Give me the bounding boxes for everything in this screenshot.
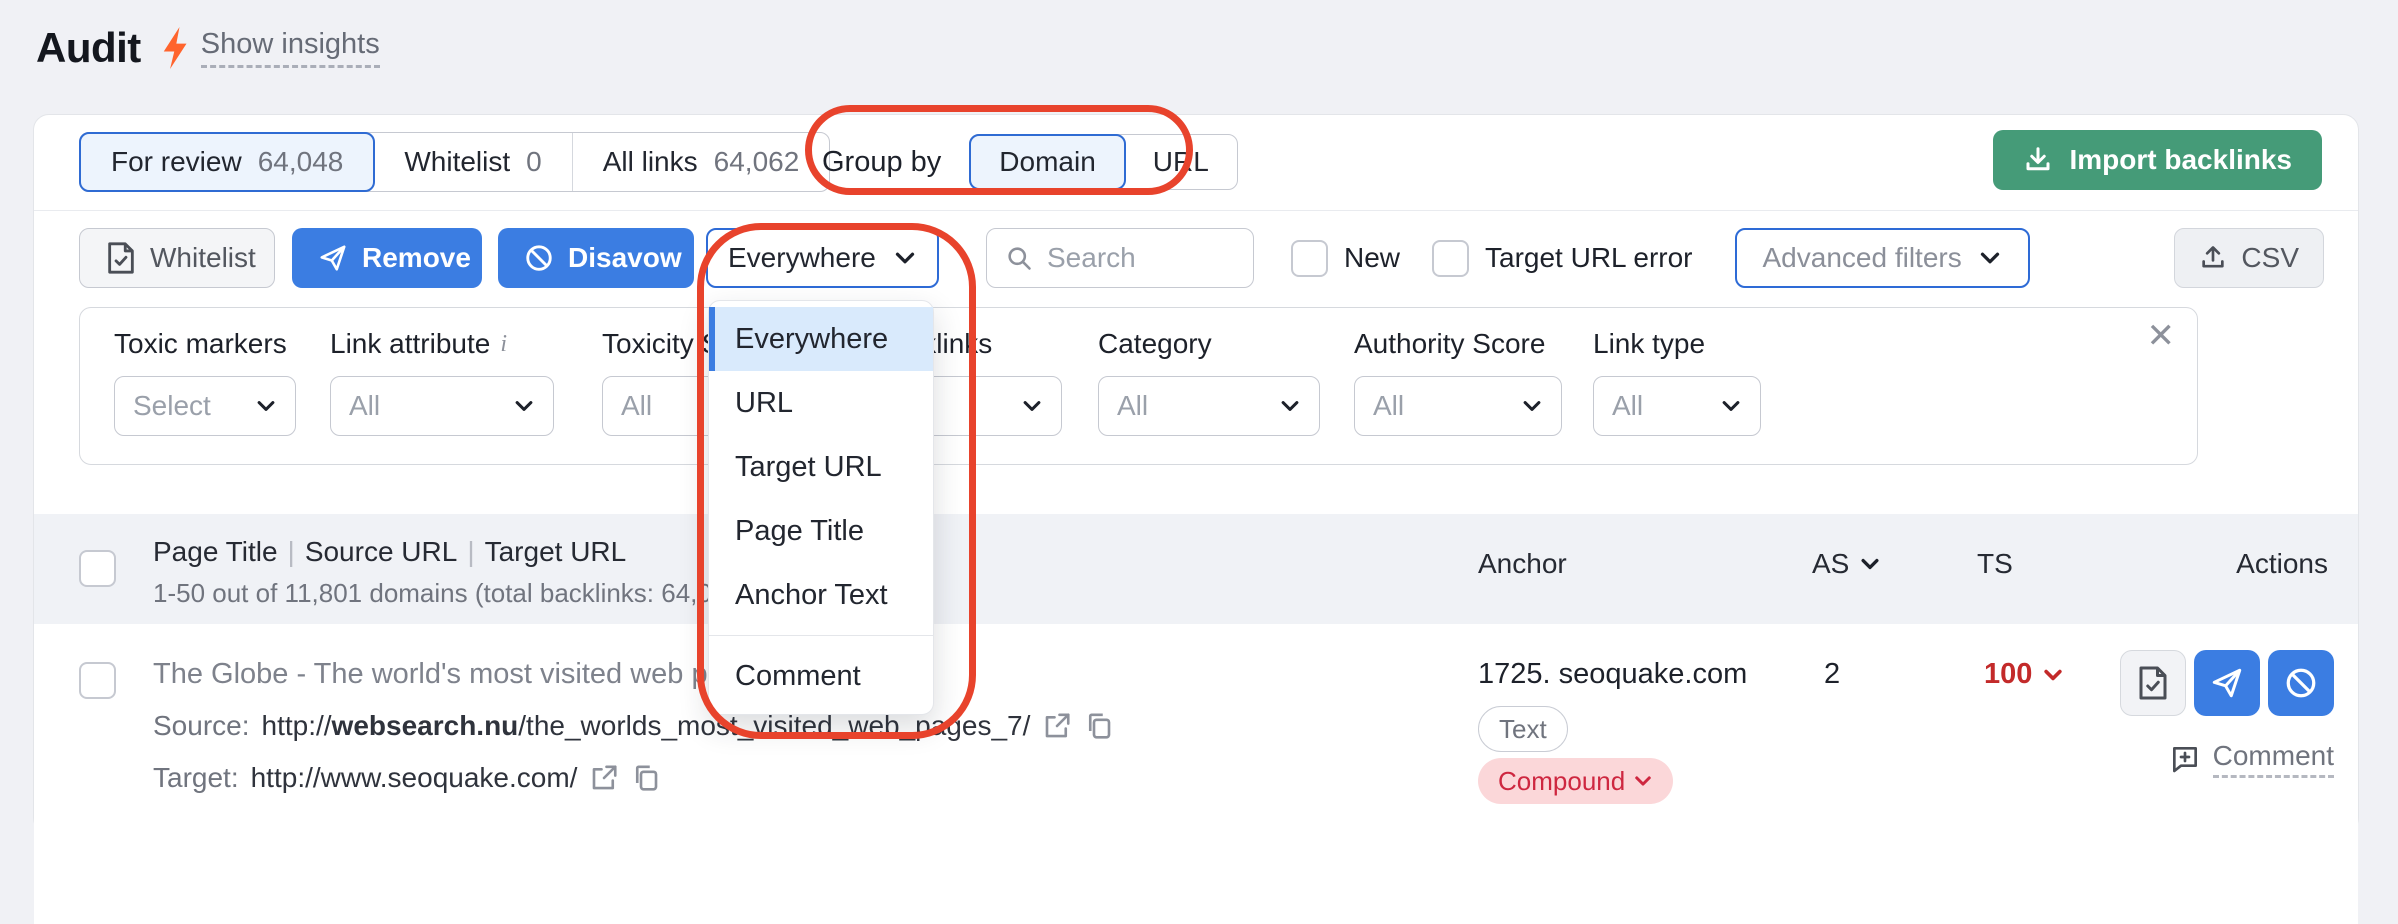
tab-all-links[interactable]: All links 64,062 — [572, 133, 830, 191]
new-checkbox-label: New — [1344, 242, 1400, 274]
chevron-down-icon — [1633, 771, 1653, 791]
table-row: The Globe - The world's most visited web… — [34, 624, 2358, 924]
search-icon — [1005, 244, 1033, 272]
filter-authority-score: Authority Score All — [1354, 328, 1562, 436]
close-icon[interactable]: ✕ — [2147, 316, 2176, 356]
target-url-error-checkbox[interactable] — [1432, 240, 1469, 277]
export-csv-button[interactable]: CSV — [2174, 228, 2324, 288]
row-comment-link[interactable]: Comment — [2169, 740, 2334, 778]
menu-item-anchor-text[interactable]: Anchor Text — [709, 563, 933, 627]
table-header-subtitle: 1-50 out of 11,801 domains (total backli… — [153, 578, 749, 609]
target-url-error-label: Target URL error — [1485, 242, 1692, 274]
upload-icon — [2199, 244, 2227, 272]
column-ts: TS — [1977, 548, 2013, 580]
lightning-icon — [161, 27, 191, 69]
copy-icon[interactable] — [631, 763, 661, 793]
whitelist-doc-check-icon — [106, 241, 136, 275]
external-link-icon[interactable] — [1042, 711, 1072, 741]
row-source-url: Source: http://websearch.nu/the_worlds_m… — [153, 710, 1114, 742]
select-all-checkbox[interactable] — [79, 550, 116, 587]
chevron-down-icon — [513, 395, 535, 417]
menu-item-comment[interactable]: Comment — [709, 644, 933, 708]
chevron-down-icon — [1279, 395, 1301, 417]
tab-for-review-count: 64,048 — [258, 146, 344, 178]
group-by-url[interactable]: URL — [1125, 135, 1237, 189]
link-attribute-select[interactable]: All — [330, 376, 554, 436]
download-icon — [2023, 145, 2053, 175]
link-type-select[interactable]: All — [1593, 376, 1761, 436]
page-title: Audit — [36, 24, 141, 72]
menu-separator — [709, 635, 933, 636]
remove-button[interactable]: Remove — [292, 228, 482, 288]
show-insights-label[interactable]: Show insights — [201, 28, 380, 68]
anchor-type-badge: Text — [1478, 706, 1568, 752]
compound-badge[interactable]: Compound — [1478, 758, 1673, 804]
chevron-down-icon — [255, 395, 277, 417]
tab-all-links-count: 64,062 — [714, 146, 800, 178]
chevron-down-icon — [1978, 246, 2002, 270]
row-disavow-button[interactable] — [2268, 650, 2334, 716]
group-by-label: Group by — [822, 146, 941, 179]
row-page-title: The Globe - The world's most visited web… — [153, 658, 771, 691]
search-scope-dropdown[interactable]: Everywhere — [706, 228, 939, 288]
group-by-domain[interactable]: Domain — [969, 134, 1125, 190]
copy-icon[interactable] — [1084, 711, 1114, 741]
chevron-down-icon — [1720, 395, 1742, 417]
row-checkbox[interactable] — [79, 662, 116, 699]
group-by: Group by Domain URL — [822, 132, 1238, 192]
target-url-text: http://www.seoquake.com/ — [251, 762, 578, 794]
search-scope-menu: Everywhere URL Target URL Page Title Anc… — [708, 300, 934, 715]
external-link-icon[interactable] — [589, 763, 619, 793]
chevron-down-icon — [1521, 395, 1543, 417]
paper-plane-icon — [318, 243, 348, 273]
whitelist-button[interactable]: Whitelist — [79, 228, 275, 288]
group-by-toggle: Domain URL — [969, 134, 1238, 190]
audit-card: For review 64,048 Whitelist 0 All links … — [33, 114, 2359, 834]
table-header: Page Title|Source URL|Target URL 1-50 ou… — [34, 514, 2358, 624]
menu-item-everywhere[interactable]: Everywhere — [709, 307, 933, 371]
menu-item-target-url[interactable]: Target URL — [709, 435, 933, 499]
tab-whitelist[interactable]: Whitelist 0 — [374, 133, 571, 191]
category-select[interactable]: All — [1098, 376, 1320, 436]
filter-link-attribute: Link attribute i All — [330, 328, 554, 436]
row-ts-value[interactable]: 100 — [1984, 658, 2064, 691]
disavow-button[interactable]: Disavow — [498, 228, 694, 288]
column-actions: Actions — [2236, 548, 2328, 580]
table-header-title: Page Title|Source URL|Target URL — [153, 536, 626, 568]
import-backlinks-button[interactable]: Import backlinks — [1993, 130, 2322, 190]
search-input[interactable] — [1047, 242, 1227, 274]
row-whitelist-button[interactable] — [2120, 650, 2186, 716]
advanced-filters-button[interactable]: Advanced filters — [1735, 228, 2030, 288]
filters-panel: Toxic markers Select Link attribute i Al… — [79, 307, 2198, 465]
column-as-sort[interactable]: AS — [1812, 548, 1881, 580]
row-as-value: 2 — [1824, 658, 1840, 691]
tab-for-review[interactable]: For review 64,048 — [79, 132, 375, 192]
menu-item-page-title[interactable]: Page Title — [709, 499, 933, 563]
menu-item-url[interactable]: URL — [709, 371, 933, 435]
row-remove-button[interactable] — [2194, 650, 2260, 716]
tab-whitelist-count: 0 — [526, 146, 542, 178]
header-divider — [34, 210, 2358, 211]
row-anchor: 1725. seoquake.com — [1478, 658, 1747, 691]
comment-plus-icon — [2169, 743, 2201, 775]
review-tabset: For review 64,048 Whitelist 0 All links … — [79, 132, 830, 192]
column-anchor: Anchor — [1478, 548, 1567, 580]
toolbar: Whitelist Remove Disavow Everywhere — [79, 228, 2324, 288]
chevron-down-icon — [2042, 664, 2064, 686]
new-checkbox[interactable] — [1291, 240, 1328, 277]
row-target-url: Target: http://www.seoquake.com/ — [153, 762, 661, 794]
chevron-down-icon — [1021, 395, 1043, 417]
no-entry-icon — [524, 243, 554, 273]
info-icon[interactable]: i — [500, 331, 507, 358]
filter-link-type: Link type All — [1593, 328, 1761, 436]
filter-category: Category All — [1098, 328, 1320, 436]
show-insights[interactable]: Show insights — [161, 27, 380, 69]
authority-score-select[interactable]: All — [1354, 376, 1562, 436]
page-header: Audit Show insights — [36, 24, 380, 72]
toxic-markers-select[interactable]: Select — [114, 376, 296, 436]
chevron-down-icon — [893, 246, 917, 270]
sort-chevron-down-icon — [1859, 553, 1881, 575]
search-box — [986, 228, 1254, 288]
filter-toxic-markers: Toxic markers Select — [114, 328, 296, 436]
